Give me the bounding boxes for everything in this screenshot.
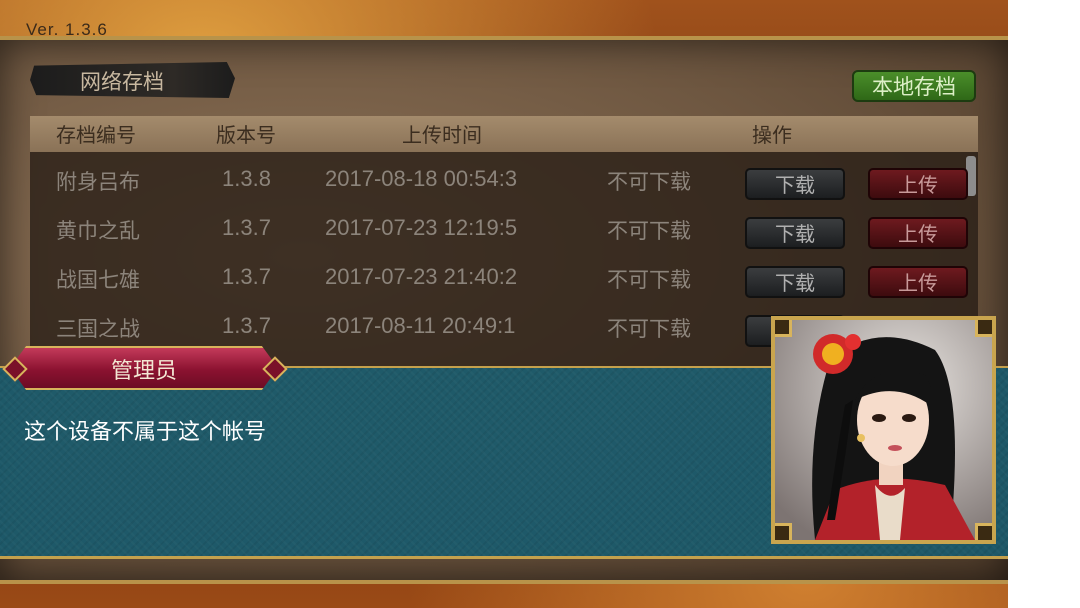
save-version: 1.3.7 [222,264,271,289]
save-time: 2017-08-18 00:54:3 [325,166,518,191]
save-time: 2017-07-23 21:40:2 [325,264,518,289]
save-status: 不可下载 [607,219,691,243]
portrait-corner-ornament [775,320,792,337]
upload-button[interactable]: 上传 [868,266,968,298]
download-button[interactable]: 下载 [745,217,845,249]
save-status: 不可下载 [607,268,691,292]
portrait-corner-ornament [975,320,992,337]
portrait-corner-ornament [975,523,992,540]
upload-button[interactable]: 上传 [868,168,968,200]
save-name: 战国七雄 [56,268,140,292]
download-button[interactable]: 下载 [745,266,845,298]
save-time: 2017-08-11 20:49:1 [325,313,516,338]
portrait-corner-ornament [775,523,792,540]
header-save-id: 存档编号 [56,123,136,147]
save-version: 1.3.7 [222,313,271,338]
table-row: 黄巾之乱 1.3.7 2017-07-23 12:19:5 不可下载 下载 上传 [30,203,978,251]
header-actions: 操作 [752,123,792,147]
header-upload-time: 上传时间 [402,123,482,147]
save-name: 黄巾之乱 [56,219,140,243]
save-version: 1.3.8 [222,166,271,191]
table-header [30,116,978,152]
local-saves-button[interactable]: 本地存档 [852,70,976,102]
save-status: 不可下载 [607,317,691,341]
portrait-image [775,320,992,540]
character-portrait [771,316,996,544]
download-button[interactable]: 下载 [745,168,845,200]
header-version: 版本号 [216,123,276,147]
speaker-name: 管理员 [110,359,177,384]
save-time: 2017-07-23 12:19:5 [325,215,518,240]
table-row: 附身吕布 1.3.8 2017-08-18 00:54:3 不可下载 下载 上传 [30,154,978,202]
game-screen: Ver. 1.3.6 网络存档 本地存档 存档编号 版本号 上传时间 操作 附身… [0,0,1008,608]
save-name: 三国之战 [56,317,140,341]
save-name: 附身吕布 [56,170,140,194]
save-status: 不可下载 [607,170,691,194]
side-margin [1008,0,1080,608]
upload-button[interactable]: 上传 [868,217,968,249]
save-version: 1.3.7 [222,215,271,240]
dialog-message: 这个设备不属于这个帐号 [24,420,267,445]
table-row: 战国七雄 1.3.7 2017-07-23 21:40:2 不可下载 下载 上传 [30,252,978,300]
network-saves-tab-label: 网络存档 [80,70,164,94]
